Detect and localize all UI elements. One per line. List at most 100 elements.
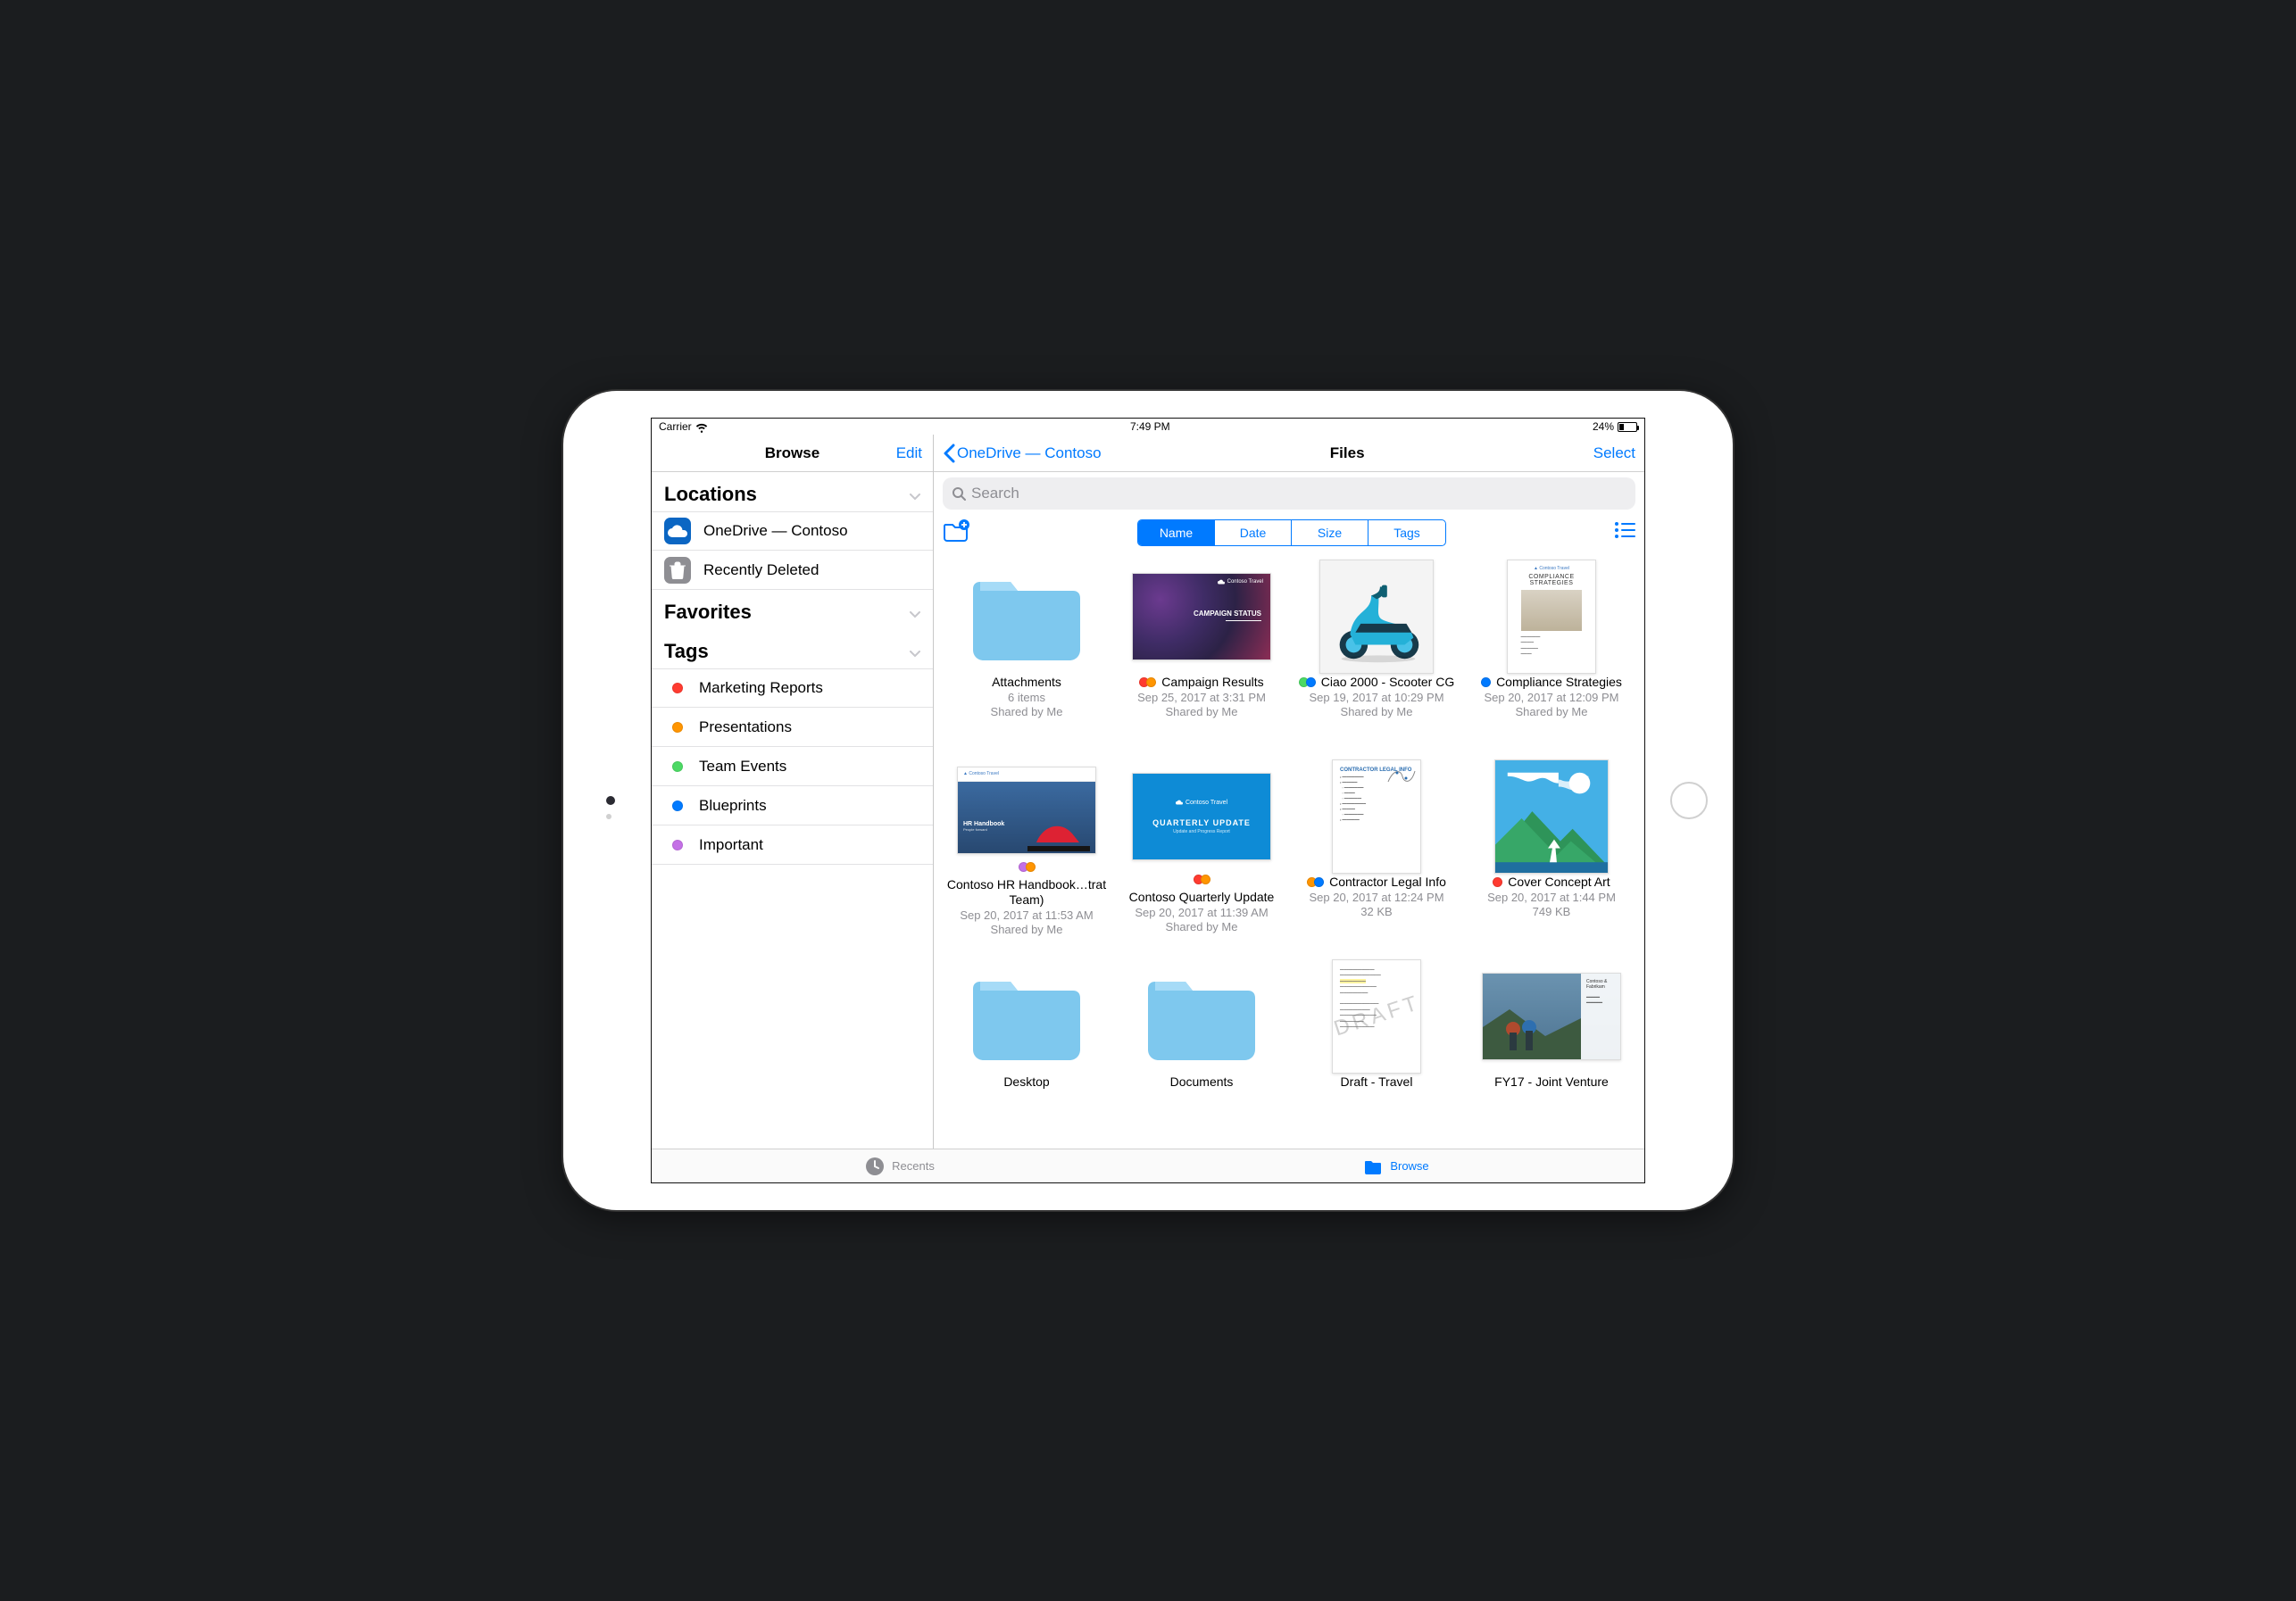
tag-item[interactable]: Blueprints (652, 786, 933, 825)
file-name: Desktop (1003, 1074, 1049, 1091)
file-thumbnail (1494, 759, 1609, 874)
tab-browse[interactable]: Browse (1148, 1149, 1644, 1182)
file-meta: Documents (1170, 1074, 1234, 1091)
sidebar-header: Browse Edit (652, 435, 933, 472)
tag-dot-icon (672, 761, 683, 772)
content-pane: OneDrive — Contoso Files Select Search N… (934, 435, 1644, 1149)
file-item[interactable]: CONTRACTOR LEGAL INFO • ━━━━━━━━━━• ━━━━… (1289, 759, 1464, 937)
file-item[interactable]: Cover Concept Art Sep 20, 2017 at 1:44 P… (1464, 759, 1639, 937)
file-item[interactable]: ▲ Contoso Travel HR HandbookPeople forwa… (939, 759, 1114, 937)
toolbar: NameDateSizeTags (934, 515, 1644, 555)
content-title: Files (1102, 444, 1593, 462)
file-subtitle: 32 KB (1307, 905, 1446, 919)
folder-icon (1144, 971, 1259, 1062)
search-icon (952, 486, 966, 501)
files-scroll-area[interactable]: Attachments 6 items Shared by Me Contoso… (934, 555, 1644, 1149)
sort-tags[interactable]: Tags (1368, 520, 1445, 545)
tag-dots (1299, 677, 1316, 687)
file-item[interactable]: ▲ Contoso TravelCOMPLIANCE STRATEGIES ━━… (1464, 559, 1639, 737)
file-name: FY17 - Joint Venture (1494, 1074, 1609, 1091)
tag-item[interactable]: Marketing Reports (652, 668, 933, 708)
favorites-title: Favorites (664, 601, 752, 624)
locations-header[interactable]: Locations (652, 472, 933, 511)
tag-item[interactable]: Presentations (652, 708, 933, 747)
ipad-frame: Carrier 7:49 PM 24% Browse Edit Location… (563, 391, 1733, 1210)
list-view-button[interactable] (1614, 521, 1635, 543)
file-meta: Campaign Results Sep 25, 2017 at 3:31 PM… (1137, 675, 1266, 719)
file-name: Ciao 2000 - Scooter CG (1321, 675, 1454, 691)
folder-item[interactable]: Desktop (939, 958, 1114, 1137)
folder-item[interactable]: Documents (1114, 958, 1289, 1137)
home-button[interactable] (1670, 782, 1708, 819)
file-name: Contoso HR Handbook…trat Team) (946, 877, 1107, 908)
file-subtitle: Sep 20, 2017 at 12:09 PM (1481, 691, 1622, 705)
folder-item[interactable]: Attachments 6 items Shared by Me (939, 559, 1114, 737)
tag-item[interactable]: Important (652, 825, 933, 865)
tag-label: Presentations (699, 718, 792, 736)
file-item[interactable]: Contoso & Fabrikam━━━━━━━━━━━ FY17 - Joi… (1464, 958, 1639, 1137)
file-meta: Desktop (1003, 1074, 1049, 1091)
trash-icon (664, 557, 691, 584)
file-item[interactable]: Contoso Travel CAMPAIGN STATUS Campaign … (1114, 559, 1289, 737)
tag-dots (1019, 862, 1036, 872)
sort-name[interactable]: Name (1138, 520, 1215, 545)
search-field[interactable]: Search (943, 477, 1635, 510)
select-button[interactable]: Select (1593, 444, 1635, 462)
file-meta: Contoso HR Handbook…trat Team) Sep 20, 2… (946, 862, 1107, 938)
sort-size[interactable]: Size (1292, 520, 1368, 545)
tag-dot-icon (672, 840, 683, 850)
file-subtitle: Shared by Me (1137, 705, 1266, 719)
file-subtitle: Sep 25, 2017 at 3:31 PM (1137, 691, 1266, 705)
location-onedrive[interactable]: OneDrive — Contoso (652, 511, 933, 551)
tag-dots (1481, 677, 1491, 687)
tag-item[interactable]: Team Events (652, 747, 933, 786)
tag-label: Important (699, 836, 763, 854)
tag-dots (1139, 677, 1156, 687)
new-folder-button[interactable] (943, 518, 969, 546)
file-item[interactable]: Ciao 2000 - Scooter CG Sep 19, 2017 at 1… (1289, 559, 1464, 737)
clock-icon (865, 1157, 885, 1176)
file-meta: Draft - Travel (1341, 1074, 1413, 1091)
file-item[interactable]: Contoso Travel QUARTERLY UPDATEUpdate an… (1114, 759, 1289, 937)
locations-title: Locations (664, 483, 757, 506)
file-thumbnail: CONTRACTOR LEGAL INFO • ━━━━━━━━━━• ━━━━… (1332, 759, 1421, 874)
battery-icon (1618, 422, 1637, 432)
device-sensor (606, 814, 611, 819)
chevron-down-icon (910, 601, 920, 624)
file-item[interactable]: ━━━━━━━━━━━━━━━━━━━━━━━━━━━━━━━━━━━━━━━━… (1289, 958, 1464, 1137)
file-subtitle: Sep 19, 2017 at 10:29 PM (1299, 691, 1454, 705)
tag-dots (1307, 877, 1324, 887)
file-subtitle: Shared by Me (1121, 920, 1282, 934)
file-subtitle: 749 KB (1487, 905, 1616, 919)
edit-button[interactable]: Edit (896, 444, 922, 462)
tag-dots (1194, 875, 1210, 884)
file-name: Campaign Results (1161, 675, 1263, 691)
file-name: Cover Concept Art (1508, 875, 1610, 891)
sort-segmented-control[interactable]: NameDateSizeTags (1137, 519, 1446, 546)
file-subtitle: Shared by Me (1481, 705, 1622, 719)
file-meta: Contractor Legal Info Sep 20, 2017 at 12… (1307, 875, 1446, 919)
file-meta: Cover Concept Art Sep 20, 2017 at 1:44 P… (1487, 875, 1616, 919)
location-label: Recently Deleted (703, 561, 819, 579)
favorites-header[interactable]: Favorites (652, 590, 933, 629)
folder-icon (1363, 1157, 1383, 1176)
tag-label: Team Events (699, 758, 786, 776)
file-subtitle: Shared by Me (1299, 705, 1454, 719)
tags-header[interactable]: Tags (652, 629, 933, 668)
tab-label: Recents (892, 1159, 935, 1173)
carrier-label: Carrier (659, 420, 692, 433)
back-label: OneDrive — Contoso (957, 444, 1102, 462)
back-button[interactable]: OneDrive — Contoso (943, 444, 1102, 463)
file-subtitle: Sep 20, 2017 at 11:39 AM (1121, 906, 1282, 920)
file-meta: FY17 - Joint Venture (1494, 1074, 1609, 1091)
device-camera (606, 796, 615, 805)
tab-recents[interactable]: Recents (652, 1149, 1148, 1182)
file-thumbnail (1319, 560, 1434, 674)
search-placeholder: Search (971, 485, 1019, 502)
sort-date[interactable]: Date (1215, 520, 1292, 545)
file-thumbnail: ━━━━━━━━━━━━━━━━━━━━━━━━━━━━━━━━━━━━━━━━… (1332, 959, 1421, 1074)
file-subtitle: 6 items (991, 691, 1063, 705)
tab-label: Browse (1390, 1159, 1428, 1173)
file-meta: Ciao 2000 - Scooter CG Sep 19, 2017 at 1… (1299, 675, 1454, 719)
location-recently-deleted[interactable]: Recently Deleted (652, 551, 933, 590)
